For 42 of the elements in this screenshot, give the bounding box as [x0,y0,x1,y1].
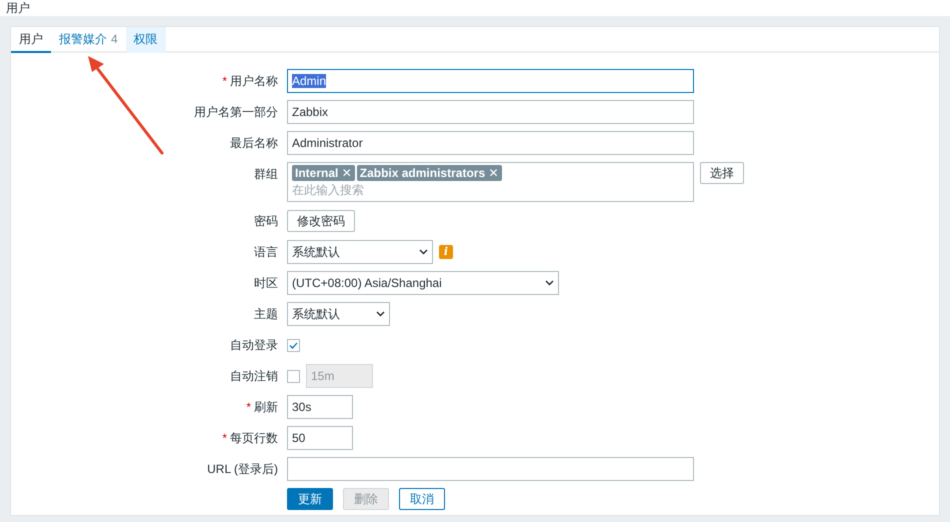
field-label: URL (登录后) [206,461,278,478]
remove-icon[interactable]: ✕ [342,166,352,180]
dropdown[interactable]: (UTC+08:00) Asia/Shanghai [287,271,559,295]
page-title: 用户 [6,1,30,15]
field-label: 主题 [253,306,278,323]
input-field[interactable]: Admin [287,69,694,93]
field-label: * 每页行数 [221,430,278,447]
field-label: 自动注销 [229,368,278,385]
tab[interactable]: 用户 [11,27,51,53]
field-label: 群组 [253,166,278,183]
chevron-down-icon [419,249,428,255]
field-label: 密码 [253,213,278,230]
input-field[interactable]: 30s [287,395,353,419]
input-field[interactable]: 50 [287,426,353,450]
form-button[interactable]: 取消 [399,488,445,510]
input-field[interactable] [287,457,694,481]
dropdown[interactable]: 系统默认 [287,240,433,264]
field-label: 用户名第一部分 [193,104,278,121]
multiselect-field[interactable]: Internal ✕ Zabbix administrators ✕ 在此输入搜索 [287,162,694,202]
remove-icon[interactable]: ✕ [488,166,499,180]
checkmark-icon [289,342,298,348]
field-label: * 用户名称 [221,73,278,90]
select-button[interactable]: 选择 [700,162,744,184]
chevron-down-icon [376,311,385,317]
checkbox[interactable] [287,338,300,352]
tab[interactable]: 权限 [126,27,166,53]
chevron-down-icon [545,280,554,286]
group-tag: Internal ✕ [292,165,355,181]
field-label: 最后名称 [229,135,278,152]
form-button[interactable]: 更新 [287,488,333,510]
field-label: 语言 [253,244,278,261]
change-password-button[interactable]: 修改密码 [287,210,355,232]
dropdown[interactable]: 系统默认 [287,302,390,326]
group-tag: Zabbix administrators ✕ [356,165,502,181]
field-label: 时区 [253,275,278,292]
input-field[interactable]: Administrator [287,131,694,155]
info-icon[interactable]: i [439,245,453,259]
field-label: * 刷新 [245,399,278,416]
tab[interactable]: 报警媒介 4 [51,27,126,53]
field-label: 自动登录 [229,337,278,354]
input-field[interactable]: Zabbix [287,100,694,124]
search-placeholder: 在此输入搜索 [292,182,365,199]
